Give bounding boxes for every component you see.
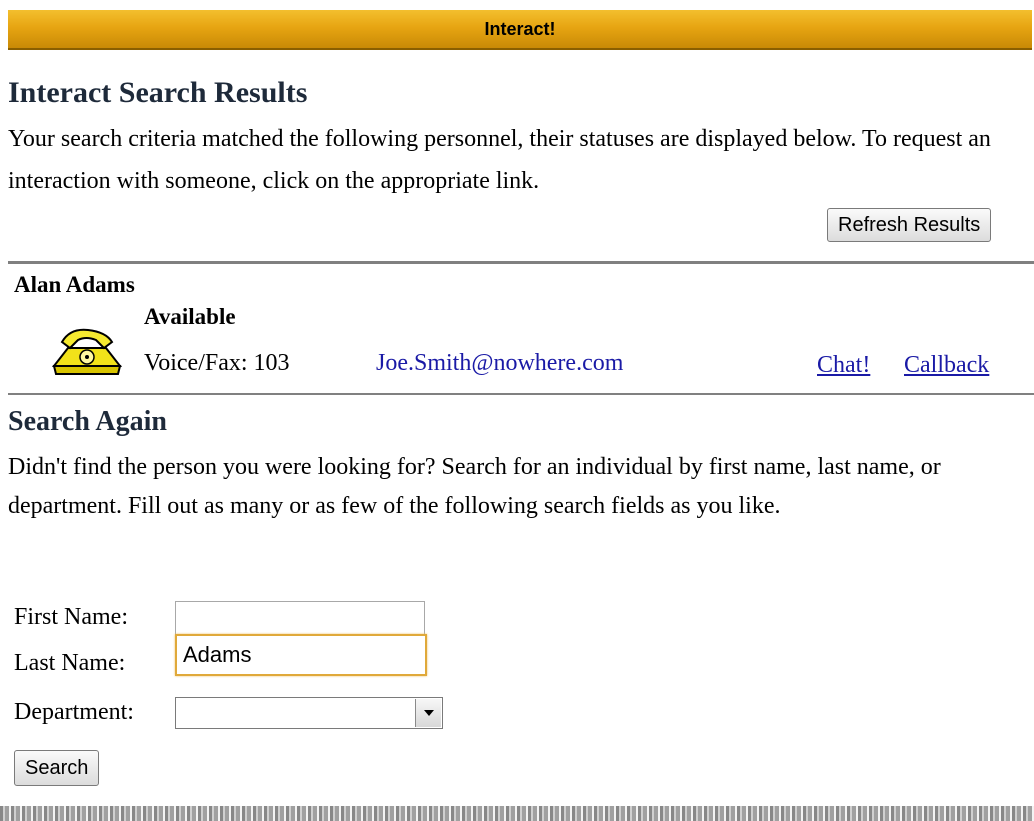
department-label: Department: <box>14 699 134 725</box>
divider <box>8 393 1034 395</box>
status-label: Available <box>144 304 236 329</box>
email-address: Joe.Smith@nowhere.com <box>376 350 624 376</box>
refresh-results-button[interactable]: Refresh Results <box>827 208 992 242</box>
chat-link[interactable]: Chat! <box>817 352 870 379</box>
last-name-input[interactable] <box>175 634 427 676</box>
department-select[interactable] <box>175 697 443 729</box>
chevron-down-icon[interactable] <box>415 699 441 727</box>
voice-fax-number: Voice/Fax: 103 <box>144 350 290 376</box>
results-intro-text: Your search criteria matched the followi… <box>8 126 991 194</box>
app-title: Interact! <box>484 19 556 39</box>
last-name-label: Last Name: <box>14 650 126 676</box>
search-button[interactable]: Search <box>14 750 100 786</box>
search-again-title: Search Again <box>8 406 167 437</box>
app-header-bar: Interact! <box>8 10 1032 50</box>
phone-icon <box>51 328 123 375</box>
first-name-label: First Name: <box>14 604 128 630</box>
page-bottom-edge <box>0 806 1034 821</box>
person-name: Alan Adams <box>14 272 135 297</box>
callback-link[interactable]: Callback <box>904 352 989 379</box>
results-title: Interact Search Results <box>8 76 308 109</box>
search-again-text: Didn't find the person you were looking … <box>8 454 941 519</box>
divider <box>8 261 1034 264</box>
